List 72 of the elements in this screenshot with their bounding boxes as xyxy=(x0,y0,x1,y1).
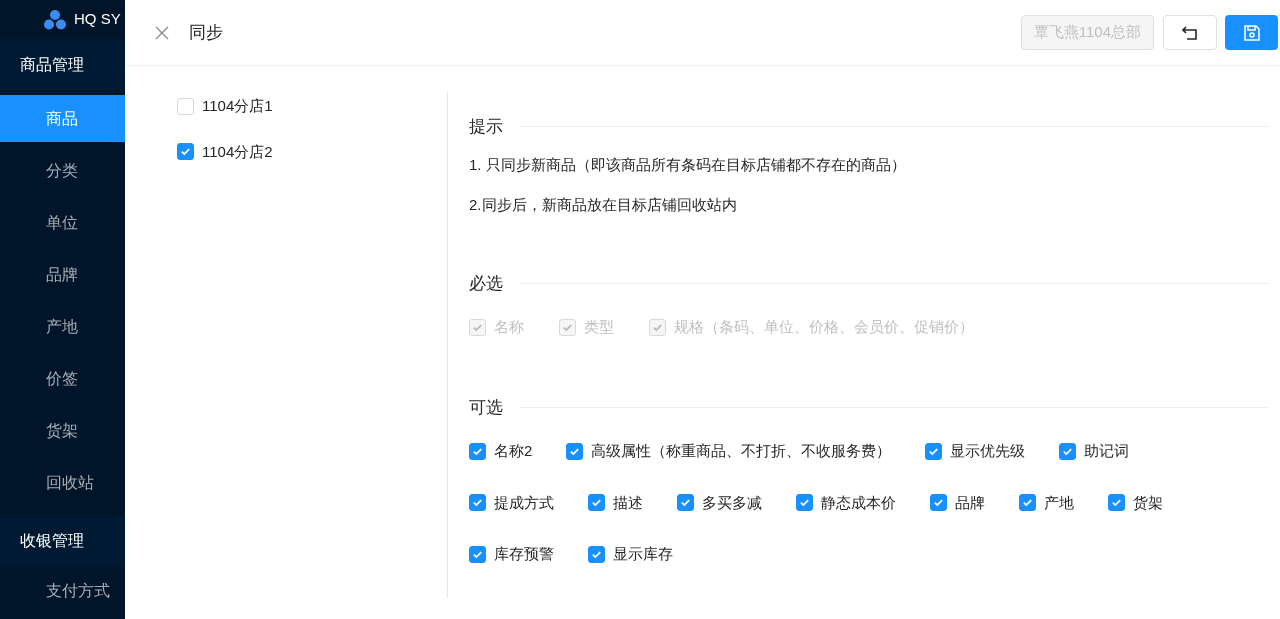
tip-text: 1. 只同步新商品（即该商品所有条码在目标店铺都不存在的商品） xyxy=(469,154,907,175)
checkmark-icon xyxy=(472,497,483,509)
tip-text: 2.同步后，新商品放在目标店铺回收站内 xyxy=(469,195,738,215)
menu-item[interactable]: 回收站 xyxy=(0,459,125,506)
section-title: 必选 xyxy=(469,272,503,295)
checkbox-label: 静态成本价 xyxy=(821,492,896,513)
section-title: 可选 xyxy=(469,396,503,419)
checkbox[interactable] xyxy=(796,494,813,512)
checkbox-label: 描述 xyxy=(613,492,643,513)
checkbox-label: 1104分店1 xyxy=(202,96,273,116)
checkbox-label: 1104分店2 xyxy=(202,141,273,162)
checkbox-label: 库存预警 xyxy=(494,544,554,564)
section-title: 提示 xyxy=(469,116,503,138)
checkmark-icon xyxy=(1022,497,1033,509)
checkmark-icon xyxy=(569,445,581,457)
menu-item[interactable]: 分类 xyxy=(0,147,125,194)
checkmark-icon xyxy=(562,321,573,333)
drawer-title: 同步 xyxy=(189,21,223,44)
checkbox[interactable] xyxy=(1108,494,1125,512)
checkbox[interactable] xyxy=(1059,442,1077,460)
checkbox-label: 助记词 xyxy=(1084,441,1130,461)
checkbox[interactable] xyxy=(177,143,194,161)
menu-group[interactable]: 收银管理 xyxy=(0,515,125,567)
checkbox-label: 名称 xyxy=(494,317,524,337)
checkmark-icon xyxy=(928,445,940,457)
menu-item[interactable]: 单位 xyxy=(0,199,125,246)
checkmark-icon xyxy=(933,497,944,509)
checkbox-label: 货架 xyxy=(1133,492,1163,513)
checkbox[interactable] xyxy=(588,494,605,512)
checkbox-label: 名称2 xyxy=(494,441,533,461)
checkmark-icon xyxy=(472,548,483,560)
checkmark-icon xyxy=(680,497,691,509)
save-icon xyxy=(1242,23,1261,42)
checkbox-label: 高级属性（称重商品、不打折、不收服务费） xyxy=(591,441,892,461)
checkbox-label: 显示库存 xyxy=(613,544,673,564)
checkbox-label: 产地 xyxy=(1044,492,1074,513)
menu-item[interactable]: 品牌 xyxy=(0,251,125,298)
checkbox[interactable] xyxy=(925,442,943,460)
checkmark-icon xyxy=(1111,497,1122,509)
checkbox[interactable] xyxy=(588,545,605,563)
close-icon[interactable] xyxy=(155,25,169,40)
menu-item[interactable]: 价签 xyxy=(0,355,125,402)
checkbox[interactable] xyxy=(677,494,694,512)
checkmark-icon xyxy=(472,321,483,333)
checkbox[interactable] xyxy=(1019,494,1036,512)
undo-button[interactable] xyxy=(1163,15,1217,50)
checkmark-icon xyxy=(180,146,191,158)
checkmark-icon xyxy=(591,497,602,509)
checkmark-icon xyxy=(472,445,483,457)
checkbox-label: 提成方式 xyxy=(494,492,554,513)
checkbox-label: 显示优先级 xyxy=(950,441,1026,461)
checkbox[interactable] xyxy=(469,494,486,512)
checkmark-icon xyxy=(591,548,602,560)
save-button[interactable] xyxy=(1225,15,1278,50)
menu-item[interactable]: 货架 xyxy=(0,407,125,454)
checkbox-label: 多买多减 xyxy=(702,492,762,513)
checkmark-icon xyxy=(799,497,810,509)
logo-icon xyxy=(44,9,66,30)
checkbox-label: 类型 xyxy=(584,317,614,337)
checkbox[interactable] xyxy=(469,545,486,563)
menu-group[interactable]: 商品管理 xyxy=(0,39,125,91)
return-icon xyxy=(1182,25,1198,40)
checkbox[interactable] xyxy=(930,494,947,512)
checkbox-label: 规格（条码、单位、价格、会员价、促销价） xyxy=(674,317,974,337)
checkmark-icon xyxy=(1062,445,1074,457)
brand-name: HQ SY xyxy=(74,9,121,30)
checkbox-label: 品牌 xyxy=(955,492,985,513)
checkmark-icon xyxy=(652,321,663,333)
menu-item[interactable]: 支付方式 xyxy=(0,567,125,614)
menu-item[interactable]: 产地 xyxy=(0,303,125,350)
checkbox[interactable] xyxy=(566,442,584,460)
checkbox[interactable] xyxy=(469,442,486,460)
